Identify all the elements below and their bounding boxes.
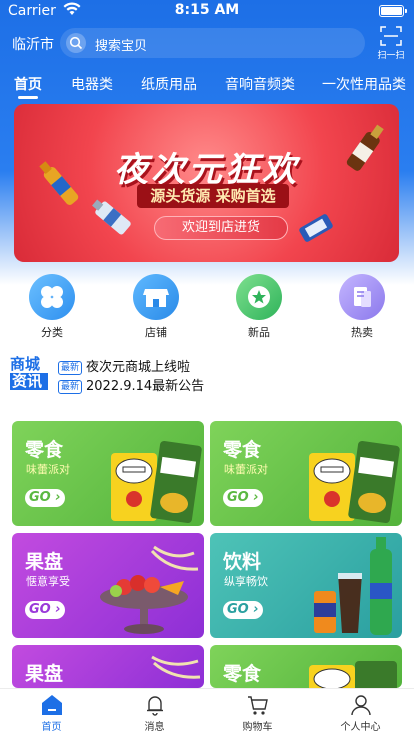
news-tag: 最新 [58, 361, 83, 375]
vodka-bottle-image [92, 199, 131, 235]
quick-nav: 分类 店铺 新品 热卖 [0, 274, 414, 340]
search-bar[interactable]: 搜索宝贝 [60, 28, 365, 58]
go-button[interactable]: GO › [223, 489, 263, 507]
store-icon [133, 274, 179, 320]
tabbar-profile[interactable]: 个人中心 [309, 689, 412, 737]
card-subtitle: 味蕾派对 [26, 463, 70, 476]
quick-nav-new[interactable]: 新品 [224, 274, 294, 340]
snack-bag-image [309, 440, 400, 524]
news-badge-line2: 资讯 [10, 373, 48, 390]
tab-paper-goods[interactable]: 纸质用品 [141, 74, 197, 94]
quick-nav-label: 店铺 [145, 326, 167, 339]
city-selector[interactable]: 临沂市 [12, 34, 54, 54]
category-tabs: 首页 电器类 纸质用品 音响音频类 一次性用品类 [0, 74, 414, 102]
can-image [299, 214, 333, 242]
tabbar-label: 消息 [144, 722, 165, 733]
clock: 8:15 AM [174, 2, 240, 18]
banner-welcome-button[interactable]: 欢迎到店进货 [154, 216, 288, 240]
category-card-snacks[interactable]: 零食 味蕾派对 GO › [12, 421, 204, 526]
news-item[interactable]: 最新 2022.9.14最新公告 [58, 375, 205, 394]
tab-disposables[interactable]: 一次性用品类 [322, 74, 406, 94]
quick-nav-category[interactable]: 分类 [17, 274, 87, 340]
go-button[interactable]: GO › [25, 489, 65, 507]
quick-nav-label: 热卖 [351, 326, 373, 339]
battery-icon [379, 5, 407, 17]
card-title: 零食 [25, 439, 64, 461]
search-icon [66, 33, 86, 53]
cart-icon [248, 696, 268, 715]
go-label: GO [29, 602, 51, 617]
tabbar-home[interactable]: 首页 [0, 689, 103, 737]
quick-nav-store[interactable]: 店铺 [121, 274, 191, 340]
status-bar: Carrier 8:15 AM [0, 0, 414, 22]
scan-icon [380, 26, 402, 46]
quick-nav-label: 新品 [248, 326, 270, 339]
snack-bag-image [111, 440, 202, 524]
quick-nav-label: 分类 [41, 326, 63, 339]
document-icon [339, 274, 385, 320]
drinks-image [314, 537, 392, 635]
tab-audio[interactable]: 音响音频类 [225, 74, 295, 94]
card-subtitle: 味蕾派对 [224, 463, 268, 476]
go-label: GO [227, 602, 249, 617]
bottom-tab-bar: 首页 消息 购物车 个人中心 [0, 688, 414, 736]
tabbar-label: 个人中心 [340, 722, 381, 733]
go-label: GO [29, 490, 51, 505]
go-button[interactable]: GO › [223, 601, 263, 619]
tabbar-label: 购物车 [242, 722, 273, 733]
category-card-drinks[interactable]: 饮料 纵享畅饮 GO › [210, 533, 402, 638]
news-text: 夜次元商城上线啦 [86, 360, 191, 375]
card-title: 果盘 [25, 663, 64, 685]
news-badge-line1: 商城 [10, 355, 41, 373]
search-placeholder: 搜索宝贝 [95, 39, 148, 54]
card-title: 果盘 [25, 551, 64, 573]
category-card-snacks[interactable]: 零食 [210, 645, 402, 688]
news-ticker[interactable]: 商城 资讯 最新 夜次元商城上线啦 最新 2022.9.14最新公告 [10, 356, 410, 396]
news-badge: 商城 资讯 [10, 356, 48, 392]
card-subtitle: 纵享畅饮 [224, 575, 268, 588]
card-subtitle: 惬意享受 [26, 575, 70, 588]
category-card-snacks[interactable]: 零食 味蕾派对 GO › [210, 421, 402, 526]
news-text: 2022.9.14最新公告 [86, 379, 205, 394]
scan-label: 扫一扫 [377, 51, 405, 61]
star-icon [236, 274, 282, 320]
promo-banner[interactable]: 夜次元狂欢 源头货源 采购首选 欢迎到店进货 [14, 104, 399, 262]
fruit-platter-image [151, 655, 201, 679]
category-card-fruit-platter[interactable]: 果盘 [12, 645, 204, 688]
go-label: GO [227, 490, 249, 505]
person-icon [351, 695, 371, 716]
category-card-fruit-platter[interactable]: 果盘 惬意享受 GO › [12, 533, 204, 638]
news-item[interactable]: 最新 夜次元商城上线啦 [58, 356, 191, 375]
tab-home[interactable]: 首页 [14, 74, 42, 99]
snack-bag-image [309, 661, 397, 688]
fruit-platter-image [100, 545, 199, 634]
tabbar-label: 首页 [41, 722, 62, 733]
tabbar-cart[interactable]: 购物车 [206, 689, 309, 737]
tabbar-messages[interactable]: 消息 [103, 689, 206, 737]
banner-subline: 源头货源 采购首选 [137, 184, 289, 208]
top-bar: 临沂市 搜索宝贝 扫一扫 [0, 26, 414, 61]
go-button[interactable]: GO › [25, 601, 65, 619]
clover-icon [29, 274, 75, 320]
news-tag: 最新 [58, 380, 83, 394]
bell-icon [147, 696, 163, 716]
card-title: 零食 [223, 663, 262, 685]
quick-nav-hot[interactable]: 热卖 [327, 274, 397, 340]
home-icon [42, 695, 62, 715]
scan-button[interactable]: 扫一扫 [376, 26, 406, 61]
card-title: 零食 [223, 439, 262, 461]
card-title: 饮料 [223, 551, 262, 573]
tab-appliances[interactable]: 电器类 [71, 74, 113, 94]
